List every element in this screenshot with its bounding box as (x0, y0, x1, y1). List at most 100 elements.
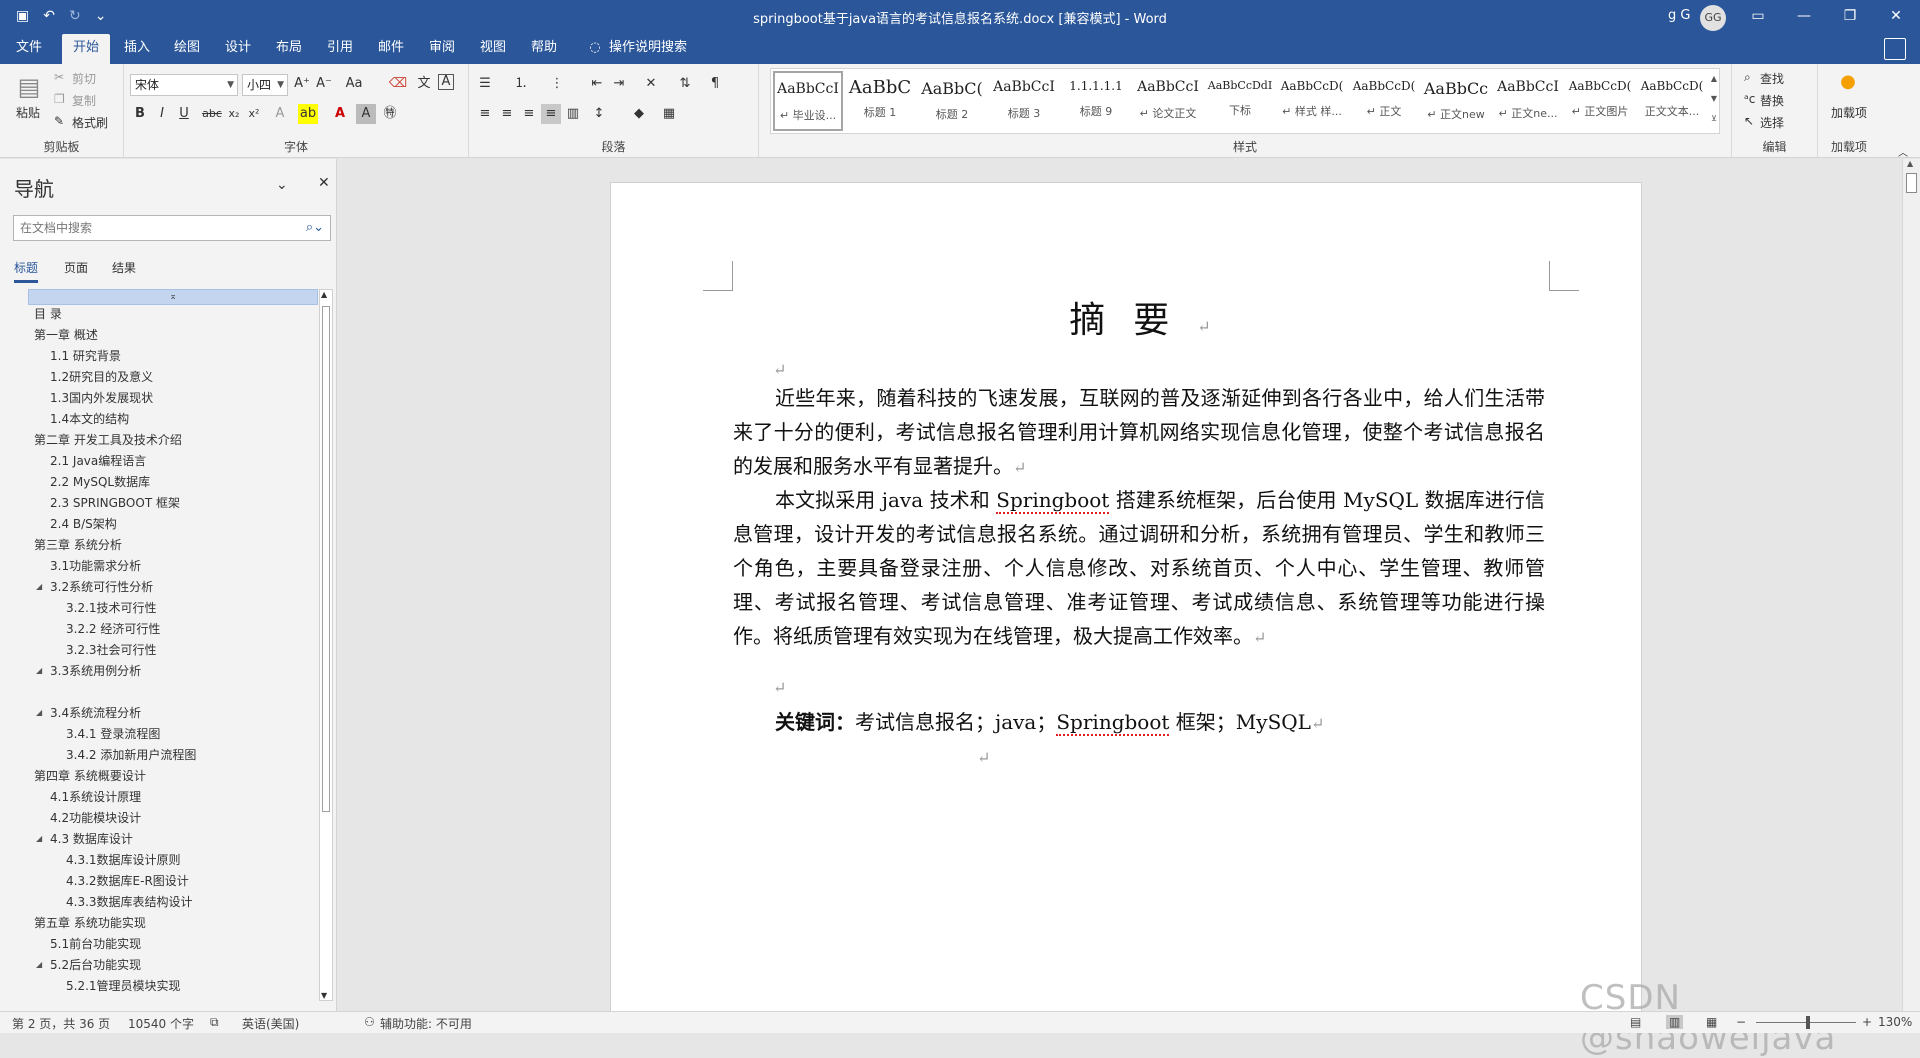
minimize-icon[interactable]: — (1781, 0, 1827, 34)
tell-me-search[interactable]: 操作说明搜索 (606, 34, 690, 64)
nav-heading-item[interactable]: 3.2.2 经济可行性 (66, 620, 160, 637)
sort-icon[interactable]: ⇅ (675, 74, 695, 94)
tab-layout[interactable]: 布局 (270, 34, 308, 64)
select-icon[interactable]: ↖ (1744, 114, 1754, 128)
nav-tab-pages[interactable]: 页面 (64, 259, 88, 276)
expand-triangle-icon[interactable]: ◢ (36, 666, 42, 675)
expand-triangle-icon[interactable]: ◢ (36, 834, 42, 843)
word-count[interactable]: 10540 个字 (128, 1015, 194, 1032)
paste-button[interactable]: 粘贴 (16, 104, 40, 121)
proofing-icon[interactable]: ⧉ (210, 1015, 219, 1030)
accessibility-status[interactable]: 辅助功能: 不可用 (380, 1015, 472, 1032)
find-button[interactable]: 查找 (1760, 70, 1784, 87)
read-mode-icon[interactable]: ▤ (1630, 1015, 1641, 1029)
scroll-up-icon[interactable]: ▲ (321, 290, 327, 299)
nav-heading-item[interactable]: 1.3国内外发展现状 (50, 389, 153, 406)
style-item[interactable]: AaBbCc ↵ 正文new (1421, 71, 1491, 131)
style-item[interactable]: AaBbCcI ↵ 正文ne... (1493, 71, 1563, 131)
font-name-combo[interactable]: 宋体 ▼ (130, 74, 238, 96)
search-icon[interactable]: ⌕ (1744, 70, 1751, 85)
styles-scroll[interactable]: ▲ ▼ ⊻ (1709, 69, 1719, 133)
style-item[interactable]: AaBbC 标题 1 (845, 71, 915, 131)
highlight-icon[interactable]: ab (298, 104, 318, 124)
font-color-icon[interactable]: A (330, 104, 350, 124)
style-item[interactable]: AaBbCcI 标题 3 (989, 71, 1059, 131)
zoom-out-icon[interactable]: − (1736, 1015, 1746, 1029)
format-painter-icon[interactable]: ✎ (54, 114, 64, 128)
strikethrough-icon[interactable]: abc (202, 104, 222, 124)
nav-heading-item[interactable]: 5.1前台功能实现 (50, 935, 141, 952)
spelling-error[interactable]: Springboot (1056, 710, 1170, 736)
show-marks-icon[interactable]: ¶ (705, 74, 725, 94)
align-right-icon[interactable]: ≡ (519, 104, 539, 124)
tab-references[interactable]: 引用 (321, 34, 359, 64)
page-count[interactable]: 第 2 页，共 36 页 (12, 1015, 110, 1032)
line-spacing-icon[interactable]: ↕ (589, 104, 609, 124)
web-layout-icon[interactable]: ▦ (1706, 1015, 1717, 1029)
character-border-icon[interactable]: A (438, 74, 454, 90)
keywords-paragraph[interactable]: 关键词：考试信息报名；java；Springboot 框架；MySQL↵ (733, 705, 1545, 741)
close-icon[interactable]: ✕ (318, 175, 330, 191)
style-item[interactable]: AaBbCcI ↵ 论文正文 (1133, 71, 1203, 131)
nav-tab-results[interactable]: 结果 (112, 259, 136, 276)
replace-icon[interactable]: ᵃc (1744, 92, 1755, 106)
zoom-in-icon[interactable]: + (1862, 1015, 1872, 1029)
tab-help[interactable]: 帮助 (525, 34, 563, 64)
nav-heading-item[interactable]: 1.2研究目的及意义 (50, 368, 153, 385)
tab-design[interactable]: 设计 (219, 34, 257, 64)
nav-heading-item[interactable]: 2.2 MySQL数据库 (50, 473, 150, 490)
restore-icon[interactable]: ❐ (1827, 0, 1873, 34)
document-scrollbar[interactable]: ▲ (1902, 159, 1920, 1011)
document-scroll-thumb[interactable] (1906, 173, 1917, 193)
nav-heading-item[interactable]: 3.2系统可行性分析 (50, 578, 153, 595)
replace-button[interactable]: 替换 (1760, 92, 1784, 109)
style-item[interactable]: AaBbCcI ↵ 毕业设... (773, 71, 843, 131)
borders-icon[interactable]: ▦ (659, 104, 679, 124)
text-effects-icon[interactable]: A (270, 104, 290, 124)
nav-search-input[interactable]: 在文档中搜索 ⌕⌄ (13, 215, 331, 241)
nav-heading-item[interactable]: 3.3系统用例分析 (50, 662, 141, 679)
chevron-down-icon[interactable]: ⌄ (276, 177, 288, 193)
user-name[interactable]: g G (1668, 8, 1690, 23)
addins-button[interactable]: 加载项 (1828, 104, 1870, 121)
chinese-layout-icon[interactable]: ✕ (641, 74, 661, 94)
empty-paragraph[interactable]: ↵ (733, 739, 1545, 775)
nav-heading-item[interactable]: 3.1功能需求分析 (50, 557, 141, 574)
multilevel-list-icon[interactable]: ⋮ (547, 74, 567, 94)
abstract-paragraph-2[interactable]: 本文拟采用 java 技术和 Springboot 搭建系统框架，后台使用 My… (733, 483, 1545, 655)
superscript-icon[interactable]: x² (244, 104, 264, 124)
justify-icon[interactable]: ≡ (541, 104, 561, 124)
nav-heading-item[interactable]: 第五章 系统功能实现 (34, 914, 146, 931)
nav-heading-item[interactable]: 3.4.1 登录流程图 (66, 725, 160, 742)
nav-heading-item[interactable]: 5.2.1管理员模块实现 (66, 977, 181, 994)
style-item[interactable]: AaBbCcD(↵ 样式 样... (1277, 71, 1347, 131)
nav-heading-item[interactable]: 1.1 研究背景 (50, 347, 121, 364)
document-heading[interactable]: 摘要↵ (611, 291, 1641, 343)
collapse-up-icon[interactable]: ⌅ (28, 289, 318, 305)
nav-heading-item[interactable]: 4.2功能模块设计 (50, 809, 141, 826)
decrease-indent-icon[interactable]: ⇤ (587, 74, 607, 94)
nav-heading-item[interactable]: 第二章 开发工具及技术介绍 (34, 431, 182, 448)
style-item[interactable]: AaBbCcD(正文文本... (1637, 71, 1707, 131)
character-shading-icon[interactable]: A (356, 104, 376, 124)
spelling-error[interactable]: Springboot (996, 488, 1110, 514)
nav-heading-item[interactable]: 4.3.2数据库E-R图设计 (66, 872, 189, 889)
document-canvas[interactable]: 摘要↵ ↵ 近些年来，随着科技的飞速发展，互联网的普及逐渐延伸到各行各业中，给人… (338, 159, 1900, 1022)
tab-review[interactable]: 审阅 (423, 34, 461, 64)
collapse-ribbon-icon[interactable]: ︿ (1898, 144, 1908, 159)
style-item[interactable]: 1.1.1.1.1 标题 9 (1061, 71, 1131, 131)
nav-heading-item[interactable]: 第四章 系统概要设计 (34, 767, 146, 784)
nav-heading-item[interactable]: 2.4 B/S架构 (50, 515, 117, 532)
language-indicator[interactable]: 英语(美国) (242, 1015, 299, 1032)
addins-icon[interactable]: ● (1838, 72, 1858, 92)
nav-heading-item[interactable]: 5.2后台功能实现 (50, 956, 141, 973)
copy-icon[interactable]: ❐ (54, 92, 65, 106)
format-painter-button[interactable]: 格式刷 (72, 114, 108, 131)
style-item[interactable]: AaBbCcD(↵ 正文图片 (1565, 71, 1635, 131)
comments-icon[interactable] (1884, 38, 1906, 60)
change-case-icon[interactable]: Aa (344, 74, 364, 94)
nav-tab-headings[interactable]: 标题 (14, 259, 39, 283)
align-left-icon[interactable]: ≡ (475, 104, 495, 124)
paste-icon[interactable]: ▤ (14, 72, 44, 102)
expand-triangle-icon[interactable]: ◢ (36, 582, 42, 591)
